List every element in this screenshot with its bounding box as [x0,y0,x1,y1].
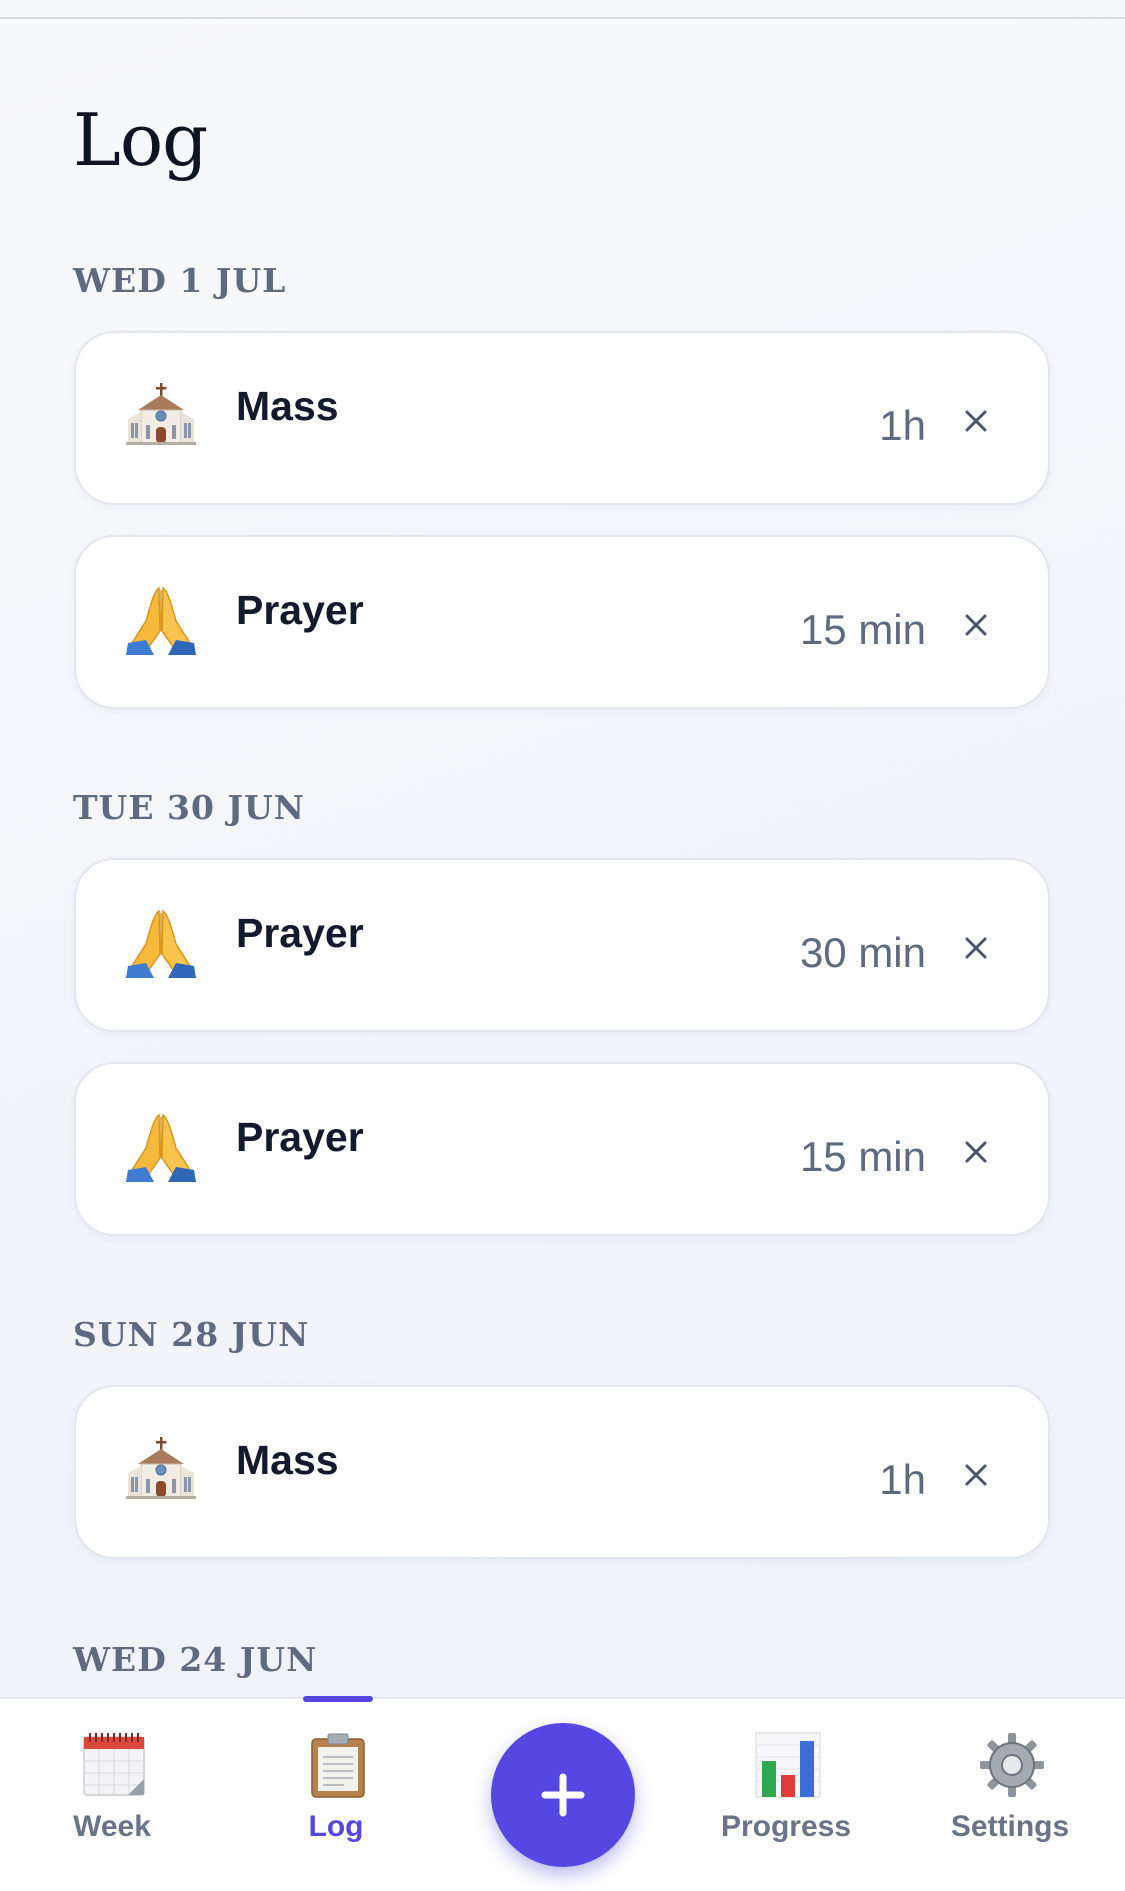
log-entry-card[interactable]: Prayer 15 min [74,535,1050,709]
nav-label: Progress [720,1810,852,1843]
day-header: SUN 28 JUN [73,1315,310,1354]
remove-entry-button[interactable] [958,607,994,643]
bar-chart-icon [755,1732,821,1798]
entry-name: Mass [236,383,339,429]
gear-icon [980,1733,1044,1797]
praying-hands-icon [126,586,196,655]
log-entry-card[interactable]: Mass 1h [74,331,1050,505]
log-entry-card[interactable]: Prayer 30 min [74,858,1050,1032]
nav-label: Settings [950,1810,1070,1843]
calendar-icon [83,1733,145,1796]
remove-entry-button[interactable] [958,930,994,966]
page-title: Log [73,98,208,182]
entry-name: Prayer [236,587,364,633]
nav-tab-progress[interactable]: Progress [686,1699,886,1869]
nav-tab-log[interactable]: Log [236,1699,436,1869]
entry-name: Prayer [236,910,364,956]
day-header: WED 24 JUN [73,1640,318,1679]
clipboard-icon [311,1733,365,1798]
entry-duration: 30 min [799,929,926,976]
entry-duration: 1h [879,1456,926,1503]
day-header: TUE 30 JUN [73,788,305,827]
praying-hands-icon [126,909,196,978]
log-entry-card[interactable]: Mass 1h [74,1385,1050,1559]
entry-duration: 1h [879,402,926,449]
close-icon [965,1141,987,1163]
top-divider [0,17,1125,19]
church-icon [126,383,196,445]
add-entry-button[interactable] [491,1723,635,1867]
log-entry-card[interactable]: Prayer 15 min [74,1062,1050,1236]
praying-hands-icon [126,1113,196,1182]
nav-label: Log [308,1810,364,1843]
entry-name: Mass [236,1437,339,1483]
entry-duration: 15 min [799,606,926,653]
bottom-nav: Week Log Progress Settings [0,1696,1125,1891]
close-icon [965,1464,987,1486]
nav-tab-week[interactable]: Week [12,1699,212,1869]
church-icon [126,1437,196,1499]
close-icon [965,937,987,959]
remove-entry-button[interactable] [958,1457,994,1493]
day-header: WED 1 JUL [73,261,287,300]
nav-tab-settings[interactable]: Settings [910,1699,1110,1869]
close-icon [965,410,987,432]
plus-icon [541,1773,585,1817]
entry-duration: 15 min [799,1133,926,1180]
close-icon [965,614,987,636]
remove-entry-button[interactable] [958,403,994,439]
entry-name: Prayer [236,1114,364,1160]
nav-label: Week [73,1810,151,1843]
remove-entry-button[interactable] [958,1134,994,1170]
